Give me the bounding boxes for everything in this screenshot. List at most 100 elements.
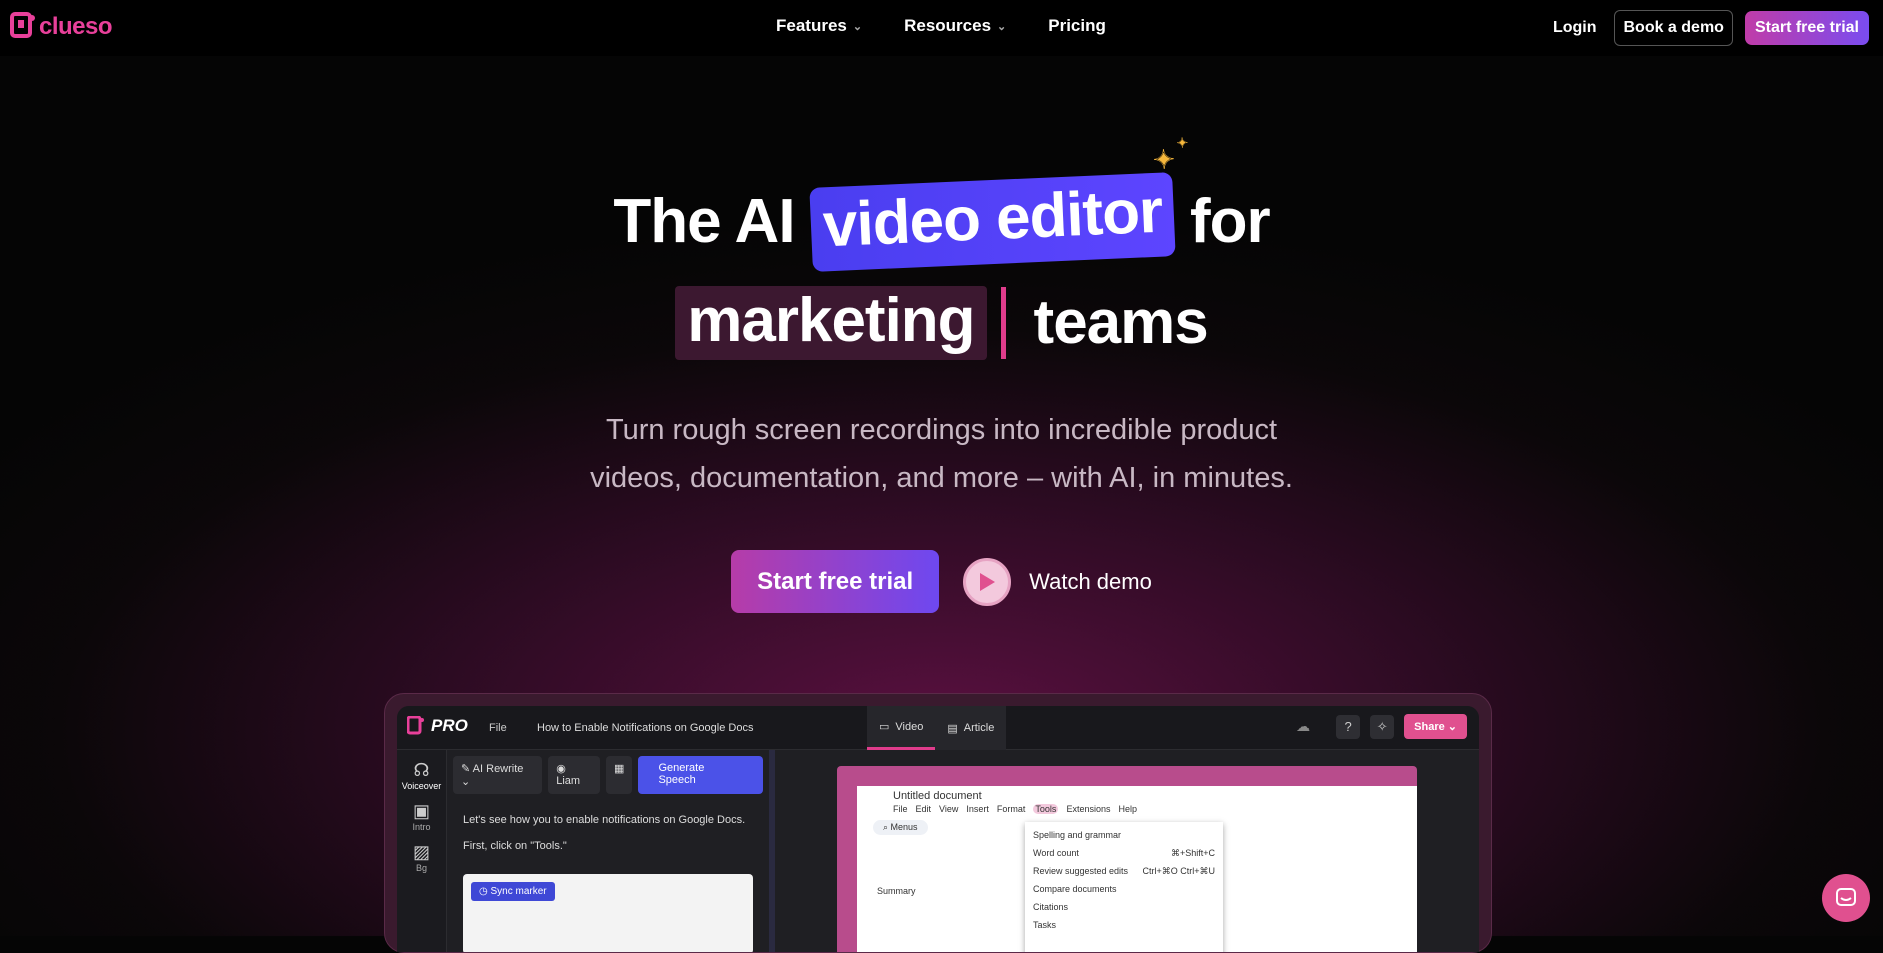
script-line[interactable]: Let's see how you to enable notification… bbox=[463, 814, 753, 826]
gdoc-search-label: Menus bbox=[890, 822, 918, 832]
tab-video-label: Video bbox=[895, 720, 924, 733]
intro-icon: ▣ bbox=[412, 801, 430, 821]
voice-select[interactable]: ◉ Liam bbox=[548, 756, 601, 794]
hero-subtitle-line1: Turn rough screen recordings into incred… bbox=[605, 414, 1278, 446]
script-pane: ✎ AI Rewrite ⌄ ◉ Liam ▦ Generate Speech … bbox=[447, 750, 769, 952]
tools-menu-item: Word count ⌘+Shift+C bbox=[1033, 848, 1215, 858]
ai-rewrite-button[interactable]: ✎ AI Rewrite ⌄ bbox=[453, 756, 543, 794]
gdoc-menu-item: Insert bbox=[966, 804, 989, 814]
hero-title-highlight: video editor ✦ ✦ bbox=[808, 134, 1187, 272]
pen-icon: ✎ bbox=[461, 763, 471, 775]
project-title[interactable]: How to Enable Notifications on Google Do… bbox=[537, 722, 753, 734]
hero-title-line1: The AI video editor ✦ ✦ for bbox=[0, 134, 1883, 272]
sync-marker-button[interactable]: ◷ Sync marker bbox=[471, 882, 555, 901]
video-preview: Untitled document File Edit View Insert … bbox=[837, 766, 1417, 952]
nav-start-trial-button[interactable]: Start free trial bbox=[1744, 11, 1869, 45]
ai-rewrite-label: AI Rewrite bbox=[472, 763, 524, 775]
sidebar-label: Voiceover bbox=[401, 781, 442, 791]
background-icon: ▨ bbox=[412, 842, 430, 862]
editor-sidebar: ☊ Voiceover ▣ Intro ▨ Bg bbox=[397, 750, 447, 952]
voiceover-icon: ☊ bbox=[413, 760, 430, 780]
tools-dropdown-menu: Spelling and grammar Word count ⌘+Shift+C… bbox=[1025, 822, 1223, 952]
settings-icon[interactable]: ▦ bbox=[606, 756, 633, 794]
typing-caret bbox=[1000, 287, 1006, 359]
hero-subtitle: Turn rough screen recordings into incred… bbox=[0, 406, 1883, 502]
watch-demo-button[interactable]: Watch demo bbox=[963, 557, 1152, 606]
gdoc-summary: Summary bbox=[877, 886, 916, 896]
gdoc-menu-item: Extensions bbox=[1066, 804, 1111, 814]
pane-divider[interactable] bbox=[769, 750, 775, 952]
hero-title-part1: The AI bbox=[613, 187, 795, 256]
chevron-down-icon: ⌄ bbox=[997, 20, 1007, 33]
gdoc-title: Untitled document bbox=[893, 790, 982, 802]
file-menu[interactable]: File bbox=[489, 722, 507, 734]
book-demo-button[interactable]: Book a demo bbox=[1614, 10, 1733, 46]
gdoc-menu-item: Help bbox=[1118, 804, 1137, 814]
tools-menu-item: Spelling and grammar bbox=[1033, 830, 1122, 840]
sidebar-label: Bg bbox=[415, 863, 427, 873]
sidebar-label: Intro bbox=[412, 822, 431, 832]
google-doc-screenshot: Untitled document File Edit View Insert … bbox=[857, 786, 1417, 952]
gdoc-search: ⌕ Menus bbox=[873, 820, 928, 835]
nav-resources-label: Resources bbox=[904, 16, 992, 35]
chevron-down-icon: ⌄ bbox=[852, 20, 863, 33]
product-preview-frame: PRO File How to Enable Notifications on … bbox=[384, 693, 1492, 953]
script-toolbar: ✎ AI Rewrite ⌄ ◉ Liam ▦ Generate Speech bbox=[447, 750, 769, 800]
gdoc-menu-item: View bbox=[939, 804, 959, 814]
pro-badge: PRO bbox=[407, 716, 468, 736]
nav-pricing[interactable]: Pricing bbox=[1048, 16, 1106, 36]
help-icon[interactable]: ? bbox=[1336, 714, 1361, 739]
gdoc-menu-item: Format bbox=[996, 804, 1026, 814]
hero-highlight-text: video editor bbox=[821, 176, 1164, 261]
voice-label: Liam bbox=[556, 775, 581, 787]
hero-title-part2: for bbox=[1189, 187, 1271, 256]
sidebar-item-voiceover[interactable]: ☊ Voiceover bbox=[397, 760, 446, 791]
flag-icon: ◉ bbox=[556, 763, 566, 775]
chat-widget-button[interactable] bbox=[1822, 874, 1870, 922]
brand-name: clueso bbox=[39, 13, 113, 40]
clock-icon: ◷ bbox=[479, 886, 488, 897]
play-icon bbox=[963, 557, 1012, 606]
nav-pricing-label: Pricing bbox=[1048, 16, 1106, 35]
cloud-icon: ☁ bbox=[1296, 718, 1311, 734]
watch-demo-label: Watch demo bbox=[1029, 568, 1152, 594]
sync-marker-label: Sync marker bbox=[490, 886, 547, 897]
editor-topbar: PRO File How to Enable Notifications on … bbox=[397, 706, 1479, 750]
tools-menu-item: Compare documents bbox=[1033, 884, 1117, 894]
view-tabs: ▭ Video ▤ Article bbox=[867, 706, 1007, 750]
video-icon: ▭ bbox=[879, 721, 890, 733]
gdoc-menu-item: Tools bbox=[1033, 804, 1059, 814]
sparkle-small-icon: ✦ bbox=[1175, 134, 1188, 151]
brand-logo[interactable]: clueso bbox=[10, 12, 113, 42]
login-link[interactable]: Login bbox=[1547, 11, 1603, 45]
generate-speech-button[interactable]: Generate Speech bbox=[638, 756, 763, 794]
sparkle-icon: ✦ bbox=[1151, 144, 1175, 175]
step-thumbnail[interactable]: ◷ Sync marker bbox=[463, 874, 753, 952]
hero-title-word4: teams bbox=[1033, 288, 1209, 357]
gdoc-menubar: File Edit View Insert Format Tools Exten… bbox=[893, 804, 1137, 814]
sidebar-item-intro[interactable]: ▣ Intro bbox=[397, 801, 446, 832]
hero-cta: Start free trial Watch demo bbox=[0, 550, 1883, 613]
plan-label: PRO bbox=[431, 716, 468, 735]
top-navbar: clueso Features ⌄ Resources ⌄ Pricing Logi… bbox=[0, 0, 1883, 56]
share-button[interactable]: Share ⌄ bbox=[1404, 714, 1467, 739]
tools-menu-item: Tasks bbox=[1033, 920, 1057, 930]
hero-subtitle-line2: videos, documentation, and more – with A… bbox=[590, 462, 1293, 494]
start-trial-button[interactable]: Start free trial bbox=[731, 550, 940, 613]
tab-article[interactable]: ▤ Article bbox=[935, 706, 1006, 750]
nav-features-label: Features bbox=[776, 16, 847, 35]
script-line[interactable]: First, click on "Tools." bbox=[463, 840, 753, 852]
hero-title-line2: marketing teams bbox=[0, 286, 1883, 360]
tab-video[interactable]: ▭ Video bbox=[867, 706, 936, 750]
tools-menu-item: Review suggested edits Ctrl+⌘O Ctrl+⌘U bbox=[1033, 866, 1215, 876]
tab-article-label: Article bbox=[963, 722, 995, 734]
chat-icon bbox=[1836, 888, 1856, 906]
nav-features[interactable]: Features ⌄ bbox=[776, 16, 862, 36]
magic-icon[interactable]: ✧ bbox=[1370, 714, 1395, 739]
nav-resources[interactable]: Resources ⌄ bbox=[904, 16, 1006, 36]
article-icon: ▤ bbox=[947, 722, 958, 735]
gdoc-menu-item: File bbox=[893, 804, 908, 814]
hero-rotating-word: marketing bbox=[675, 286, 987, 360]
tools-menu-item: Citations bbox=[1033, 902, 1069, 912]
sidebar-item-bg[interactable]: ▨ Bg bbox=[397, 842, 446, 873]
